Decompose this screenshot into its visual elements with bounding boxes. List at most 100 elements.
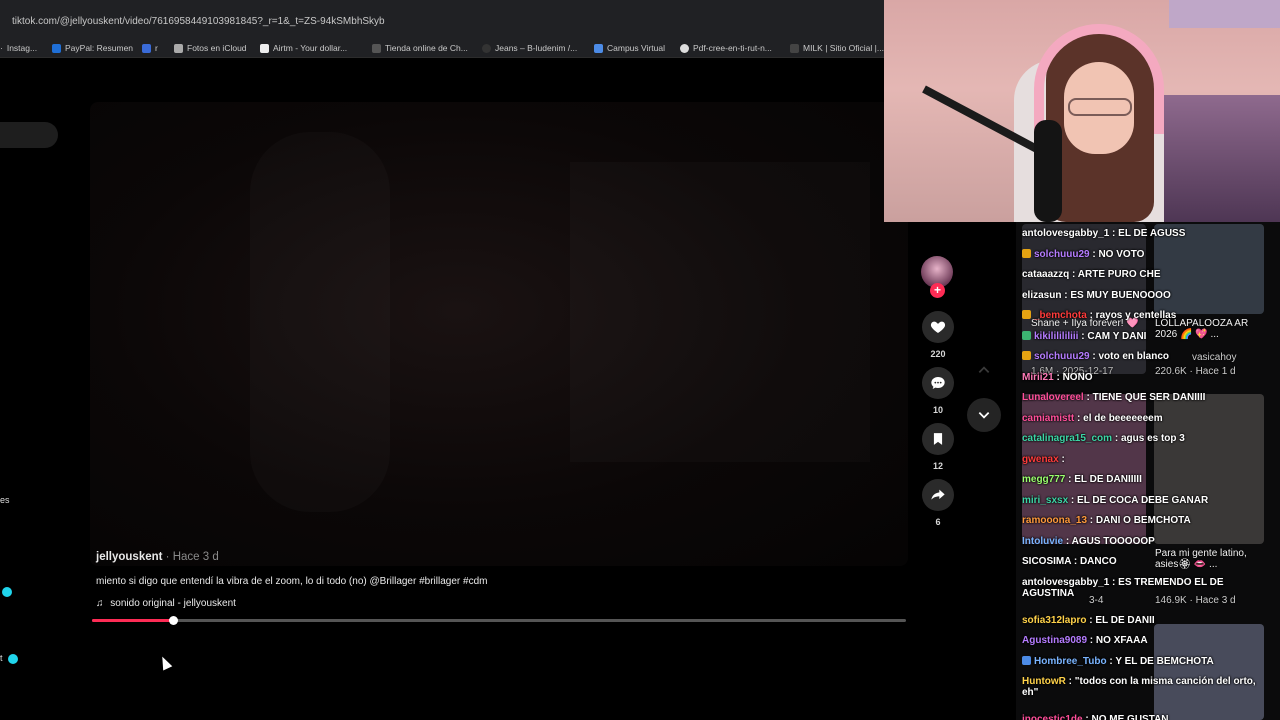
chat-message: sofia312lapro : EL DE DANII bbox=[1022, 615, 1155, 626]
video-player[interactable] bbox=[90, 102, 908, 566]
webcam-microphone bbox=[1034, 120, 1062, 222]
verified-icon bbox=[2, 587, 12, 597]
chat-text: : ES MUY BUENOOOO bbox=[1061, 289, 1171, 301]
verified-icon bbox=[8, 654, 18, 664]
music-row[interactable]: ♫ sonido original - jellyouskent bbox=[96, 598, 236, 609]
chat-username[interactable]: cataaazzq bbox=[1022, 269, 1069, 280]
chat-username[interactable]: gwenax bbox=[1022, 454, 1059, 465]
chat-username[interactable]: sofia312lapro bbox=[1022, 615, 1086, 626]
campus-icon bbox=[594, 43, 603, 53]
thumbnail-user: vasicahoy bbox=[1192, 352, 1237, 363]
chat-username[interactable]: antolovesgabby_1 bbox=[1022, 577, 1109, 588]
bookmark-item[interactable]: Campus Virtual bbox=[594, 43, 665, 53]
music-title[interactable]: sonido original - jellyouskent bbox=[110, 598, 236, 609]
bookmark-item[interactable]: Pdf-cree-en-ti-rut-n... bbox=[680, 43, 772, 53]
chat-badge-icon bbox=[1022, 310, 1031, 319]
chat-badge-icon bbox=[1022, 248, 1031, 258]
tiktok-grid-thumbnail[interactable] bbox=[1154, 624, 1264, 720]
chat-username[interactable]: solchuuu29 bbox=[1034, 249, 1090, 260]
chat-message: cataaazzq : ARTE PURO CHE bbox=[1022, 269, 1161, 280]
thumbnail-title: Para mi gente latino, asies🏵 👄 ... bbox=[1155, 548, 1247, 570]
like-button[interactable] bbox=[922, 311, 954, 343]
chat-text: : NO ME GUSTAN bbox=[1082, 714, 1169, 720]
chat-text: : AGUS TOOOOOP bbox=[1063, 535, 1155, 547]
chat-text: : DANI O BEMCHOTA bbox=[1087, 515, 1191, 526]
share-button[interactable] bbox=[922, 479, 954, 511]
chat-username[interactable]: Mirii21 bbox=[1022, 372, 1054, 383]
milk-icon bbox=[790, 43, 799, 53]
webcam-headset bbox=[1034, 24, 1164, 134]
chat-text: : bbox=[1058, 453, 1065, 465]
chat-username[interactable]: megg777 bbox=[1022, 474, 1065, 485]
bookmark-item[interactable]: · Instag... bbox=[0, 43, 37, 53]
chat-message: inocestic1de : NO ME GUSTAN bbox=[1022, 714, 1169, 720]
share-icon bbox=[931, 489, 945, 500]
share-count: 6 bbox=[935, 517, 941, 527]
chat-text: : agus es top 3 bbox=[1112, 433, 1185, 444]
chat-username[interactable]: Lunalovereel bbox=[1022, 392, 1084, 403]
apple-icon bbox=[174, 43, 183, 53]
chat-username[interactable]: ramooona_13 bbox=[1022, 515, 1087, 526]
chat-username[interactable]: HuntowR bbox=[1022, 676, 1066, 687]
chat-message: Mirii21 : NONO bbox=[1022, 372, 1093, 383]
bookmark-icon bbox=[482, 43, 491, 53]
bookmark-item[interactable]: Fotos en iCloud bbox=[174, 43, 247, 53]
chat-message: antolovesgabby_1 : ES TREMENDO EL DE AGU… bbox=[1022, 577, 1274, 599]
chat-username[interactable]: camiamistt bbox=[1022, 413, 1074, 424]
video-author[interactable]: jellyouskent · Hace 3 d bbox=[96, 551, 219, 563]
chat-message: elizasun : ES MUY BUENOOOO bbox=[1022, 290, 1171, 301]
chat-message: catalinagra15_com : agus es top 3 bbox=[1022, 433, 1185, 444]
pdf-icon bbox=[680, 43, 689, 53]
chat-username[interactable]: antolovesgabby_1 bbox=[1022, 228, 1109, 239]
next-video-button[interactable] bbox=[967, 398, 1001, 432]
post-time: · Hace 3 d bbox=[165, 551, 219, 563]
sidebar-label: t bbox=[0, 653, 3, 663]
chat-username[interactable]: Agustina9089 bbox=[1022, 635, 1087, 646]
chat-text: : EL DE AGUSS bbox=[1109, 228, 1186, 239]
chat-message: Hombree_Tubo : Y EL DE BEMCHOTA bbox=[1022, 655, 1214, 667]
chat-username[interactable]: Intoluvie bbox=[1022, 536, 1063, 547]
chat-text: : EL DE DANII bbox=[1086, 614, 1155, 626]
chat-username[interactable]: Hombree_Tubo bbox=[1034, 656, 1107, 667]
bookmark-icon bbox=[142, 43, 151, 53]
save-button[interactable] bbox=[922, 423, 954, 455]
chat-username[interactable]: SICOSIMA bbox=[1022, 556, 1071, 567]
chat-badge-icon bbox=[1022, 655, 1031, 665]
bookmark-item[interactable]: PayPal: Resumen bbox=[52, 43, 133, 53]
chat-username[interactable]: elizasun bbox=[1022, 290, 1061, 301]
bookmark-item[interactable]: r bbox=[142, 43, 158, 53]
bookmark-item[interactable]: Airtm - Your dollar... bbox=[260, 43, 347, 53]
chat-message: solchuuu29 : voto en blanco bbox=[1022, 351, 1169, 362]
bookmark-item[interactable]: Jeans – B-ludenim /... bbox=[482, 43, 577, 53]
chevron-down-icon bbox=[978, 412, 990, 419]
webcam-bed bbox=[1164, 95, 1280, 222]
chat-username[interactable]: solchuuu29 bbox=[1034, 351, 1090, 362]
search-bar[interactable] bbox=[0, 122, 58, 148]
chat-text: : EL DE DANIIIII bbox=[1065, 474, 1142, 485]
video-progress-bar[interactable] bbox=[92, 616, 906, 625]
chat-message: Intoluvie : AGUS TOOOOOP bbox=[1022, 536, 1155, 547]
bookmark-item[interactable]: MILK | Sitio Oficial |... bbox=[790, 43, 884, 53]
chat-message: Agustina9089 : NO XFAAA bbox=[1022, 635, 1148, 646]
bookmark-item[interactable]: Tienda online de Ch... bbox=[372, 43, 468, 53]
follow-button[interactable]: + bbox=[930, 283, 945, 298]
chevron-up-icon bbox=[978, 366, 990, 373]
author-name[interactable]: jellyouskent bbox=[96, 551, 162, 563]
chat-badge-icon bbox=[1022, 330, 1031, 340]
comment-button[interactable] bbox=[922, 367, 954, 399]
chat-username[interactable]: _bemchota bbox=[1034, 310, 1087, 321]
chat-text: : EL DE COCA DEBE GANAR bbox=[1068, 494, 1209, 506]
url-field[interactable]: tiktok.com/@jellyouskent/video/761695844… bbox=[12, 16, 385, 27]
thumbnail-title: LOLLAPALOOZA AR 2026 🌈 💖 ... bbox=[1155, 318, 1249, 340]
chat-username[interactable]: catalinagra15_com bbox=[1022, 433, 1112, 444]
chat-message: _bemchota : rayos y centellas bbox=[1022, 310, 1176, 321]
chat-username[interactable]: kikililililiii bbox=[1034, 331, 1078, 342]
chat-username[interactable]: inocestic1de bbox=[1022, 714, 1083, 720]
music-note-icon: ♫ bbox=[96, 598, 104, 609]
previous-video-button[interactable] bbox=[967, 353, 1001, 387]
chat-username[interactable]: miri_sxsx bbox=[1022, 495, 1068, 506]
chat-message: ramooona_13 : DANI O BEMCHOTA bbox=[1022, 515, 1191, 526]
chat-message: gwenax : bbox=[1022, 454, 1065, 465]
heart-icon bbox=[930, 321, 946, 333]
progress-fill bbox=[92, 619, 174, 622]
